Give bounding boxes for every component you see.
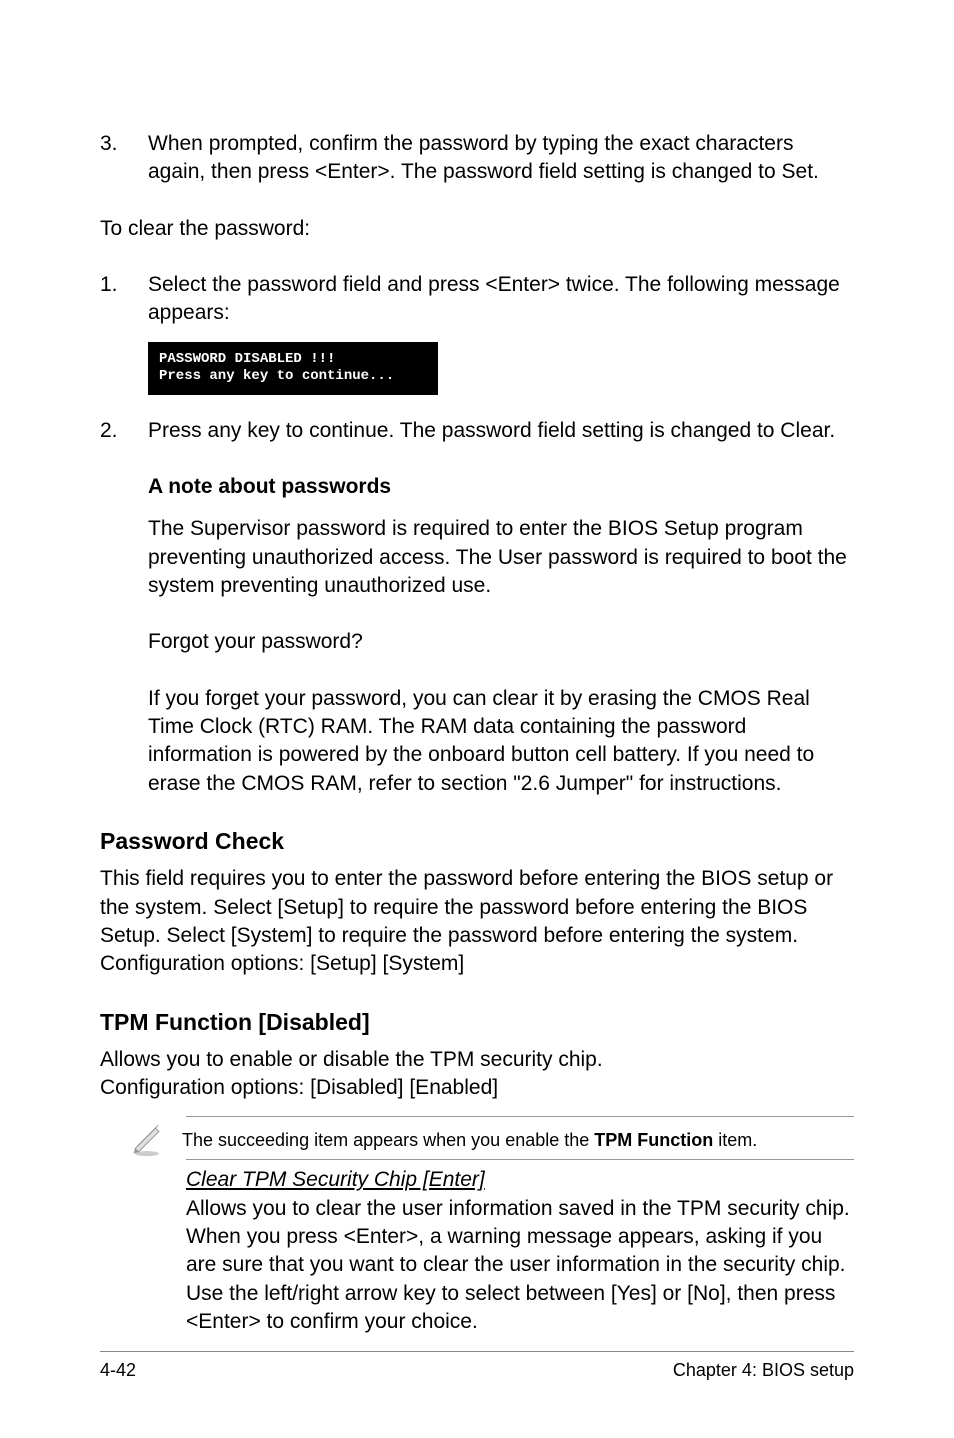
step-1: 1. Select the password field and press <… [100, 271, 854, 328]
tpm-body-1: Allows you to enable or disable the TPM … [100, 1046, 854, 1074]
terminal-line-2: Press any key to continue... [159, 368, 427, 386]
step-text: When prompted, confirm the password by t… [148, 130, 854, 187]
step-number: 1. [100, 271, 148, 328]
step-text: Press any key to continue. The password … [148, 417, 854, 445]
step-number: 3. [100, 130, 148, 187]
step-3: 3. When prompted, confirm the password b… [100, 130, 854, 187]
page-footer: 4-42 Chapter 4: BIOS setup [100, 1351, 854, 1382]
note-p1: The Supervisor password is required to e… [148, 515, 854, 600]
footer-page-number: 4-42 [100, 1358, 136, 1382]
note-p3: If you forget your password, you can cle… [148, 685, 854, 798]
terminal-line-1: PASSWORD DISABLED !!! [159, 351, 427, 369]
note-divider-bottom [186, 1159, 854, 1160]
tpm-note-row: The succeeding item appears when you ena… [100, 1123, 854, 1157]
footer-chapter: Chapter 4: BIOS setup [673, 1358, 854, 1382]
note-p2: Forgot your password? [148, 628, 854, 656]
password-check-heading: Password Check [100, 826, 854, 857]
tpm-function-heading: TPM Function [Disabled] [100, 1007, 854, 1038]
note-divider-top [186, 1116, 854, 1117]
tpm-note-bold: TPM Function [594, 1130, 713, 1150]
clear-tpm-body: Allows you to clear the user information… [186, 1195, 854, 1337]
step-2: 2. Press any key to continue. The passwo… [100, 417, 854, 445]
note-heading: A note about passwords [148, 473, 854, 501]
tpm-note-text: The succeeding item appears when you ena… [182, 1128, 757, 1152]
tpm-note-post: item. [713, 1130, 757, 1150]
note-about-passwords: A note about passwords The Supervisor pa… [100, 473, 854, 798]
terminal-message: PASSWORD DISABLED !!! Press any key to c… [148, 342, 438, 395]
clear-tpm-section: Clear TPM Security Chip [Enter] Allows y… [100, 1166, 854, 1336]
password-check-body: This field requires you to enter the pas… [100, 865, 854, 978]
clear-password-intro: To clear the password: [100, 215, 854, 243]
clear-tpm-heading: Clear TPM Security Chip [Enter] [186, 1166, 854, 1194]
tpm-body-2: Configuration options: [Disabled] [Enabl… [100, 1074, 854, 1102]
pencil-icon [130, 1123, 164, 1157]
step-number: 2. [100, 417, 148, 445]
step-text: Select the password field and press <Ent… [148, 271, 854, 328]
tpm-note-pre: The succeeding item appears when you ena… [182, 1130, 594, 1150]
